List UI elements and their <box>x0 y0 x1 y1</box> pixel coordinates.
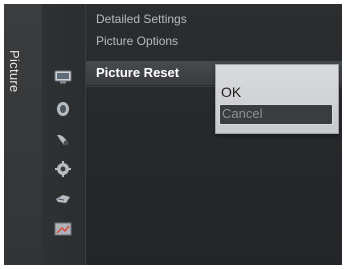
cancel-option[interactable]: Cancel <box>219 104 333 125</box>
menu-item-detailed-settings[interactable]: Detailed Settings <box>96 12 187 26</box>
ok-option[interactable]: OK <box>219 83 333 103</box>
menu-item-picture-reset-label: Picture Reset <box>96 65 180 80</box>
setup-icon[interactable] <box>54 161 72 177</box>
channel-icon[interactable] <box>54 131 72 147</box>
cancel-option-label: Cancel <box>222 106 263 121</box>
side-tab-label: Picture <box>7 50 22 93</box>
category-icon-column <box>42 4 86 265</box>
application-icon[interactable] <box>54 221 72 237</box>
sound-icon[interactable] <box>54 101 72 117</box>
menu-item-picture-options[interactable]: Picture Options <box>96 34 178 48</box>
tv-menu-screen: Picture Detailed Settings Picture Option… <box>4 4 342 265</box>
picture-icon[interactable] <box>54 69 72 85</box>
menu-area: Detailed Settings Picture Options Pictur… <box>86 4 342 265</box>
side-tab: Picture <box>4 4 42 265</box>
reset-confirm-popup: OK Cancel <box>215 64 339 134</box>
input-icon[interactable] <box>54 191 72 207</box>
ok-option-label: OK <box>221 84 242 100</box>
